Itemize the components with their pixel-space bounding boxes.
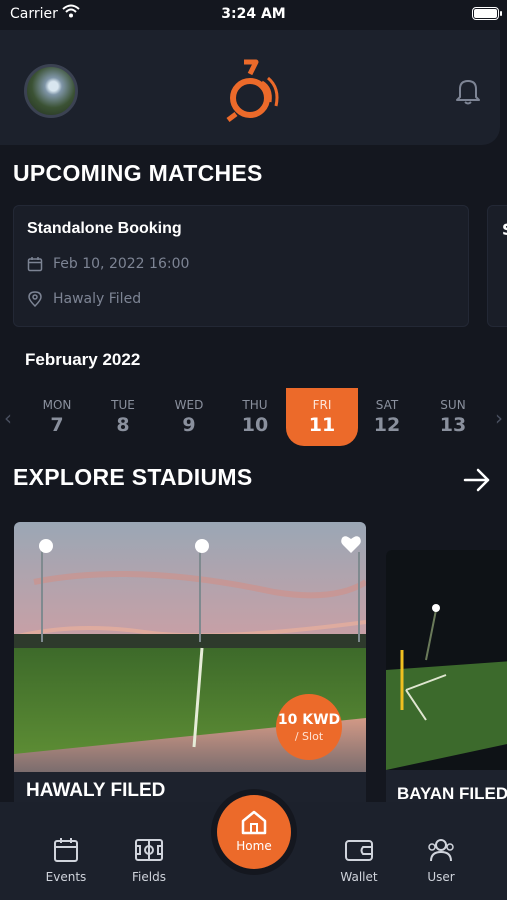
battery-icon bbox=[472, 7, 502, 20]
match-name: Standalone Booking bbox=[27, 220, 182, 237]
top-header bbox=[0, 30, 500, 145]
calendar-icon bbox=[54, 838, 78, 862]
upcoming-matches-title: UPCOMING MATCHES bbox=[13, 160, 263, 186]
chevron-left-icon[interactable]: ‹ bbox=[4, 406, 12, 430]
stadium-photo bbox=[386, 550, 507, 770]
match-name: S bbox=[502, 220, 507, 239]
day-fri-selected[interactable]: FRI 11 bbox=[286, 388, 358, 446]
day-thu[interactable]: THU 10 bbox=[222, 388, 288, 446]
day-tue[interactable]: TUE 8 bbox=[90, 388, 156, 446]
nav-user[interactable]: User bbox=[406, 836, 476, 884]
avatar[interactable] bbox=[24, 64, 78, 118]
arrow-right-icon[interactable] bbox=[462, 466, 492, 494]
day-number: 11 bbox=[308, 414, 336, 436]
day-wed[interactable]: WED 9 bbox=[156, 388, 222, 446]
month-label: February 2022 bbox=[25, 350, 141, 369]
status-time: 3:24 AM bbox=[221, 6, 286, 22]
explore-stadiums-title: EXPLORE STADIUMS bbox=[13, 464, 253, 490]
home-icon bbox=[241, 810, 267, 835]
nav-label: Wallet bbox=[340, 870, 378, 884]
users-icon bbox=[428, 839, 454, 862]
week-calendar: ‹ MON 7 TUE 8 WED 9 THU 10 FRI 11 SAT 12… bbox=[0, 388, 507, 448]
field-icon bbox=[135, 839, 163, 861]
home-button[interactable]: Home bbox=[217, 795, 291, 869]
stadium-card[interactable]: 10 KWD / Slot HAWALY FILED bbox=[14, 522, 366, 812]
location-pin-icon bbox=[28, 291, 42, 307]
match-location-row: Hawaly Filed bbox=[27, 291, 141, 307]
day-number: 8 bbox=[116, 414, 130, 436]
day-name: SUN bbox=[440, 398, 466, 412]
wallet-icon bbox=[345, 840, 373, 861]
nav-label: Fields bbox=[132, 870, 166, 884]
day-number: 10 bbox=[241, 414, 269, 436]
day-number: 7 bbox=[50, 414, 64, 436]
match-date-row: Feb 10, 2022 16:00 bbox=[27, 256, 189, 272]
match-card-next[interactable]: S bbox=[487, 205, 507, 327]
nav-wallet[interactable]: Wallet bbox=[324, 836, 394, 884]
chevron-right-icon[interactable]: › bbox=[495, 406, 503, 430]
day-number: 12 bbox=[373, 414, 401, 436]
price-amount: 10 KWD bbox=[277, 712, 341, 728]
price-unit: / Slot bbox=[294, 730, 324, 743]
calendar-icon bbox=[27, 257, 43, 272]
day-name: WED bbox=[174, 398, 204, 412]
day-mon[interactable]: MON 7 bbox=[24, 388, 90, 446]
day-sun[interactable]: SUN 13 bbox=[420, 388, 486, 446]
match-card[interactable]: Standalone Booking Feb 10, 2022 16:00 Ha… bbox=[13, 205, 469, 327]
nav-label: Home bbox=[236, 839, 272, 853]
nav-fields[interactable]: Fields bbox=[114, 836, 184, 884]
nav-label: User bbox=[427, 870, 455, 884]
status-bar: Carrier 3:24 AM bbox=[0, 0, 507, 30]
bell-icon[interactable] bbox=[454, 76, 482, 106]
day-name: SAT bbox=[375, 398, 399, 412]
whistle-logo-icon bbox=[226, 59, 279, 122]
match-location: Hawaly Filed bbox=[53, 291, 142, 307]
stadium-name: HAWALY FILED bbox=[26, 780, 166, 801]
day-name: THU bbox=[242, 398, 268, 412]
nav-events[interactable]: Events bbox=[31, 836, 101, 884]
day-sat[interactable]: SAT 12 bbox=[354, 388, 420, 446]
day-name: MON bbox=[42, 398, 72, 412]
nav-label: Events bbox=[45, 870, 87, 884]
heart-icon[interactable] bbox=[340, 534, 362, 554]
stadium-name: BAYAN FILED bbox=[397, 784, 507, 803]
day-number: 13 bbox=[439, 414, 467, 436]
price-badge: 10 KWD / Slot bbox=[276, 694, 342, 760]
day-number: 9 bbox=[182, 414, 196, 436]
stadium-card-next[interactable]: BAYAN FILED bbox=[386, 550, 507, 812]
day-name: TUE bbox=[111, 398, 135, 412]
match-date: Feb 10, 2022 16:00 bbox=[53, 256, 190, 272]
day-name: FRI bbox=[312, 398, 332, 412]
